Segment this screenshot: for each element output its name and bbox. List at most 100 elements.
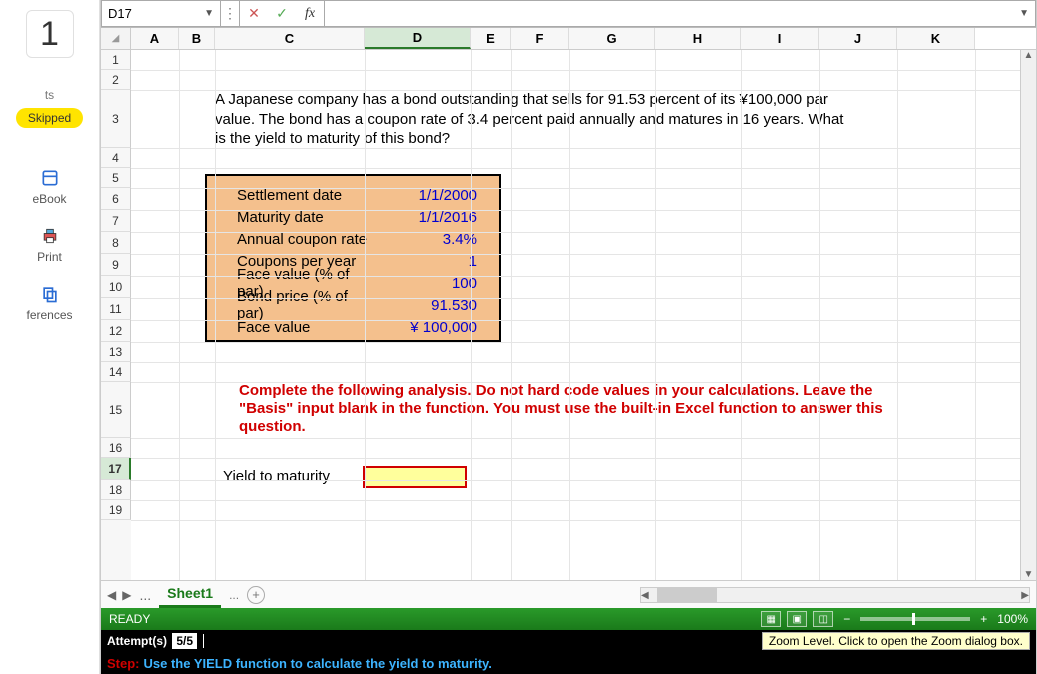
sheet-nav[interactable]: ◀ ▶ [107,588,131,602]
col-header-D[interactable]: D [365,28,471,49]
step-label: Step: [107,656,140,671]
row-header-18[interactable]: 18 [101,480,131,500]
question-number-box: 1 [26,10,74,58]
menu-dots-icon[interactable]: ⋮ [221,0,239,27]
zoom-tooltip: Zoom Level. Click to open the Zoom dialo… [762,632,1030,650]
row-header-8[interactable]: 8 [101,232,131,254]
ebook-button[interactable]: eBook [32,168,66,206]
col-header-E[interactable]: E [471,28,511,49]
price-label: Bond price (% of par) [207,288,377,322]
status-bar-green: READY ▦ ▣ ◫ − + 100% [101,608,1036,630]
print-button[interactable]: Print [37,226,62,264]
attempts-label: Attempt(s) [107,634,167,648]
row-header-10[interactable]: 10 [101,276,131,298]
coupon-label: Annual coupon rate [207,231,377,248]
cancel-button[interactable]: ✕ [240,1,268,26]
vertical-scrollbar[interactable]: ▲ ▼ [1020,50,1036,580]
horizontal-scrollbar[interactable]: ◀ ▶ [640,587,1030,603]
row-header-14[interactable]: 14 [101,362,131,382]
row-header-2[interactable]: 2 [101,70,131,90]
row-header-11[interactable]: 11 [101,298,131,320]
sheet-tabs-bar: ◀ ▶ ... Sheet1 ... + ◀ ▶ [101,580,1036,608]
print-label: Print [37,250,62,264]
enter-button[interactable]: ✓ [268,1,296,26]
view-break-icon[interactable]: ◫ [813,611,833,627]
col-header-A[interactable]: A [131,28,179,49]
column-headers: ◢ ABCDEFGHIJK [101,28,1036,50]
attempts-value: 5/5 [172,633,197,649]
book-icon [40,168,60,188]
status-ready: READY [109,612,150,626]
view-page-icon[interactable]: ▣ [787,611,807,627]
chevron-down-icon: ▼ [1019,8,1029,19]
skipped-pill: Skipped [16,108,83,128]
row-header-1[interactable]: 1 [101,50,131,70]
col-header-K[interactable]: K [897,28,975,49]
col-header-B[interactable]: B [179,28,215,49]
zoom-thumb[interactable] [912,613,915,625]
left-sidebar: 1 ts Skipped eBook Print ferences [0,0,100,674]
col-header-C[interactable]: C [215,28,365,49]
nav-prev-icon[interactable]: ◀ [107,588,116,602]
row-header-13[interactable]: 13 [101,342,131,362]
problem-text: A Japanese company has a bond outstandin… [215,90,855,149]
instructions-text: Complete the following analysis. Do not … [239,382,884,436]
label-cut-ts: ts [45,88,54,102]
nav-next-icon[interactable]: ▶ [122,588,131,602]
grid[interactable]: ◢ ABCDEFGHIJK 12345678910111213141516171… [101,28,1036,580]
formula-input[interactable]: ▼ [325,0,1036,27]
maturity-label: Maturity date [207,209,377,226]
status-bar-hint: Step: Use the YIELD function to calculat… [101,652,1036,674]
zoom-plus-icon[interactable]: + [980,612,987,626]
row-header-16[interactable]: 16 [101,438,131,458]
formula-bar: D17 ▼ ⋮ ✕ ✓ fx ▼ [101,0,1036,28]
col-header-H[interactable]: H [655,28,741,49]
row-header-15[interactable]: 15 [101,382,131,438]
settlement-label: Settlement date [207,187,377,204]
scroll-up-icon[interactable]: ▲ [1024,50,1034,61]
row-header-4[interactable]: 4 [101,148,131,168]
fx-button[interactable]: fx [296,1,324,26]
ebook-label: eBook [32,192,66,206]
zoom-level[interactable]: 100% [997,612,1028,626]
select-all-corner[interactable]: ◢ [101,28,131,49]
scroll-down-icon[interactable]: ▼ [1024,569,1034,580]
zoom-minus-icon[interactable]: − [843,612,850,626]
scroll-left-icon[interactable]: ◀ [641,590,649,601]
col-header-G[interactable]: G [569,28,655,49]
col-header-I[interactable]: I [741,28,819,49]
formula-buttons: ✕ ✓ fx [239,0,325,27]
name-box[interactable]: D17 ▼ [101,0,221,27]
col-header-J[interactable]: J [819,28,897,49]
ytm-label: Yield to maturity [223,468,330,485]
sheet-dots-after: ... [229,588,239,602]
row-header-9[interactable]: 9 [101,254,131,276]
row-header-3[interactable]: 3 [101,90,131,148]
cells-area[interactable]: A Japanese company has a bond outstandin… [131,50,1036,580]
row-header-5[interactable]: 5 [101,168,131,188]
sheet-tab-active[interactable]: Sheet1 [159,581,221,608]
row-header-6[interactable]: 6 [101,188,131,210]
status-bar-attempts: Attempt(s) 5/5 Zoom Level. Click to open… [101,630,1036,652]
view-buttons: ▦ ▣ ◫ [761,611,833,627]
hints-row: ts Skipped [0,88,99,128]
chevron-down-icon: ▼ [204,8,214,19]
face-label: Face value [207,319,377,336]
row-header-17[interactable]: 17 [101,458,131,480]
scroll-right-icon[interactable]: ▶ [1021,590,1029,601]
row-header-19[interactable]: 19 [101,500,131,520]
name-box-value: D17 [108,6,132,21]
ytm-answer-cell[interactable] [363,466,467,488]
spreadsheet-main: D17 ▼ ⋮ ✕ ✓ fx ▼ ◢ ABCDEFGHIJK 123456789… [100,0,1037,674]
view-normal-icon[interactable]: ▦ [761,611,781,627]
sheet-more-icon[interactable]: ... [139,587,151,603]
row-header-7[interactable]: 7 [101,210,131,232]
zoom-slider[interactable] [860,617,970,621]
hint-text: Use the YIELD function to calculate the … [144,656,492,671]
scroll-thumb[interactable] [657,588,717,602]
row-header-12[interactable]: 12 [101,320,131,342]
inputs-box: Settlement date1/1/2000 Maturity date1/1… [205,174,501,342]
col-header-F[interactable]: F [511,28,569,49]
add-sheet-button[interactable]: + [247,586,265,604]
references-button[interactable]: ferences [26,284,72,322]
